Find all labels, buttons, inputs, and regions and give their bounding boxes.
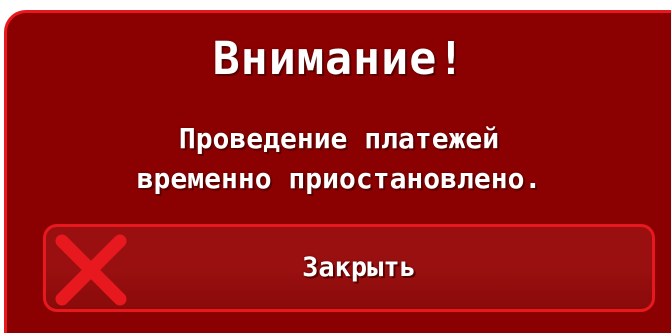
dialog-title: Внимание!: [212, 32, 466, 85]
dialog-message-line: временно приостановлено.: [136, 162, 542, 195]
dialog-message-line: Проведение платежей: [178, 122, 500, 155]
close-button[interactable]: Закрыть: [43, 224, 655, 312]
alert-dialog: Внимание! Проведение платежей временно п…: [4, 10, 671, 333]
close-button-label: Закрыть: [302, 252, 416, 283]
dialog-message: Проведение платежей временно приостановл…: [7, 119, 671, 199]
